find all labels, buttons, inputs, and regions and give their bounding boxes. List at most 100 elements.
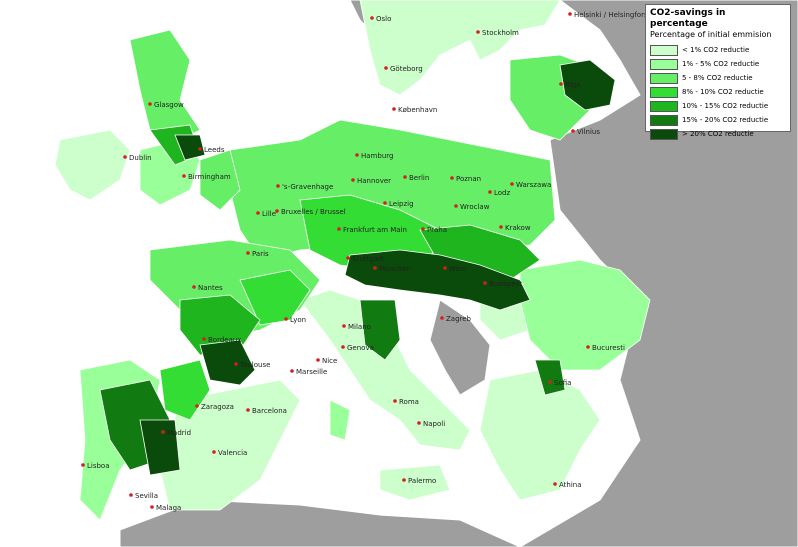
city-label: Madrid — [167, 429, 191, 437]
legend-label: 15% - 20% CO2 reductie — [682, 116, 769, 124]
city-label: Dublin — [129, 154, 152, 162]
city-label: Zaragoza — [201, 403, 234, 411]
city-marker — [246, 408, 250, 412]
city-marker — [483, 281, 487, 285]
city-marker — [192, 285, 196, 289]
city-label: Hamburg — [361, 152, 393, 160]
co2-savings-map: Oslo Helsinki / Helsingfors Stockholm Göteb… — [0, 0, 798, 547]
city-marker — [383, 201, 387, 205]
city-marker — [586, 345, 590, 349]
city-label: Glasgow — [154, 101, 184, 109]
legend-subtitle: Percentage of initial emmision — [650, 30, 772, 39]
city-label: Lille — [262, 210, 276, 218]
city-marker — [443, 266, 447, 270]
legend-item: 8% - 10% CO2 reductie — [650, 85, 786, 99]
city-marker — [402, 478, 406, 482]
city-label: Nice — [322, 357, 337, 365]
city-marker — [393, 399, 397, 403]
city-marker — [129, 493, 133, 497]
city-label: Marseille — [296, 368, 327, 376]
city-marker — [384, 66, 388, 70]
city-marker — [81, 463, 85, 467]
city-marker — [123, 155, 127, 159]
city-marker — [150, 505, 154, 509]
legend-title: CO2-savings in percentage — [650, 8, 726, 29]
city-marker — [182, 174, 186, 178]
city-label: Wroclaw — [460, 203, 490, 211]
city-marker — [148, 102, 152, 106]
legend-label: > 20% CO2 reductie — [682, 130, 754, 138]
city-marker — [417, 421, 421, 425]
city-marker — [161, 430, 165, 434]
city-marker — [256, 211, 260, 215]
legend-label: < 1% CO2 reductie — [682, 46, 750, 54]
city-label: Bucuresti — [592, 344, 625, 352]
city-label: Budapest — [489, 280, 522, 288]
city-marker — [499, 225, 503, 229]
city-label: Praha — [427, 226, 447, 234]
city-marker — [337, 227, 341, 231]
city-label: Lodz — [494, 189, 511, 197]
city-marker — [284, 317, 288, 321]
city-marker — [571, 129, 575, 133]
city-label: Helsinki / Helsingfors — [574, 11, 648, 19]
city-marker — [212, 450, 216, 454]
city-label: Nantes — [198, 284, 223, 292]
city-marker — [488, 190, 492, 194]
city-marker — [246, 251, 250, 255]
city-label: Bruxelles / Brussel — [281, 208, 346, 216]
city-marker — [568, 12, 572, 16]
city-marker — [553, 482, 557, 486]
city-marker — [548, 380, 552, 384]
legend-item: < 1% CO2 reductie — [650, 43, 786, 57]
legend-swatch — [650, 86, 678, 98]
city-marker — [290, 369, 294, 373]
legend-swatch — [650, 72, 678, 84]
legend-item: 5 - 8% CO2 reductie — [650, 71, 786, 85]
city-marker — [316, 358, 320, 362]
city-marker — [355, 153, 359, 157]
city-marker — [341, 345, 345, 349]
city-marker — [440, 316, 444, 320]
city-marker — [454, 204, 458, 208]
city-label: Poznan — [456, 175, 481, 183]
city-label: Stuttgart — [352, 255, 384, 263]
city-marker — [421, 227, 425, 231]
city-label: Leipzig — [389, 200, 414, 208]
city-label: Bordeaux — [208, 336, 241, 344]
city-label: Oslo — [376, 15, 391, 23]
city-marker — [373, 266, 377, 270]
legend-swatch — [650, 100, 678, 112]
legend-item: 1% - 5% CO2 reductie — [650, 57, 786, 71]
city-marker — [198, 147, 202, 151]
city-label: Wien — [449, 265, 466, 273]
city-label: Genova — [347, 344, 374, 352]
city-marker — [510, 182, 514, 186]
city-marker — [403, 175, 407, 179]
city-label: Paris — [252, 250, 269, 258]
city-marker — [476, 30, 480, 34]
city-marker — [195, 404, 199, 408]
city-label: Palermo — [408, 477, 436, 485]
city-label: Napoli — [423, 420, 445, 428]
city-marker — [392, 107, 396, 111]
city-marker — [202, 337, 206, 341]
city-label: Athina — [559, 481, 582, 489]
legend-label: 8% - 10% CO2 reductie — [682, 88, 764, 96]
legend-label: 5 - 8% CO2 reductie — [682, 74, 753, 82]
city-label: Toulouse — [239, 361, 270, 369]
legend-rows: < 1% CO2 reductie 1% - 5% CO2 reductie 5 -… — [650, 43, 786, 141]
city-label: Sevilla — [135, 492, 158, 500]
city-label: Lyon — [290, 316, 306, 324]
legend-label: 10% - 15% CO2 reductie — [682, 102, 769, 110]
city-marker — [276, 184, 280, 188]
legend-swatch — [650, 128, 678, 140]
city-label: Frankfurt am Main — [343, 226, 407, 234]
city-label: Malaga — [156, 504, 181, 512]
city-label: Vilnius — [577, 128, 600, 136]
city-marker — [351, 178, 355, 182]
city-label: Berlin — [409, 174, 429, 182]
city-label: Warszawa — [516, 181, 551, 189]
city-marker — [450, 176, 454, 180]
city-label: København — [398, 106, 437, 114]
